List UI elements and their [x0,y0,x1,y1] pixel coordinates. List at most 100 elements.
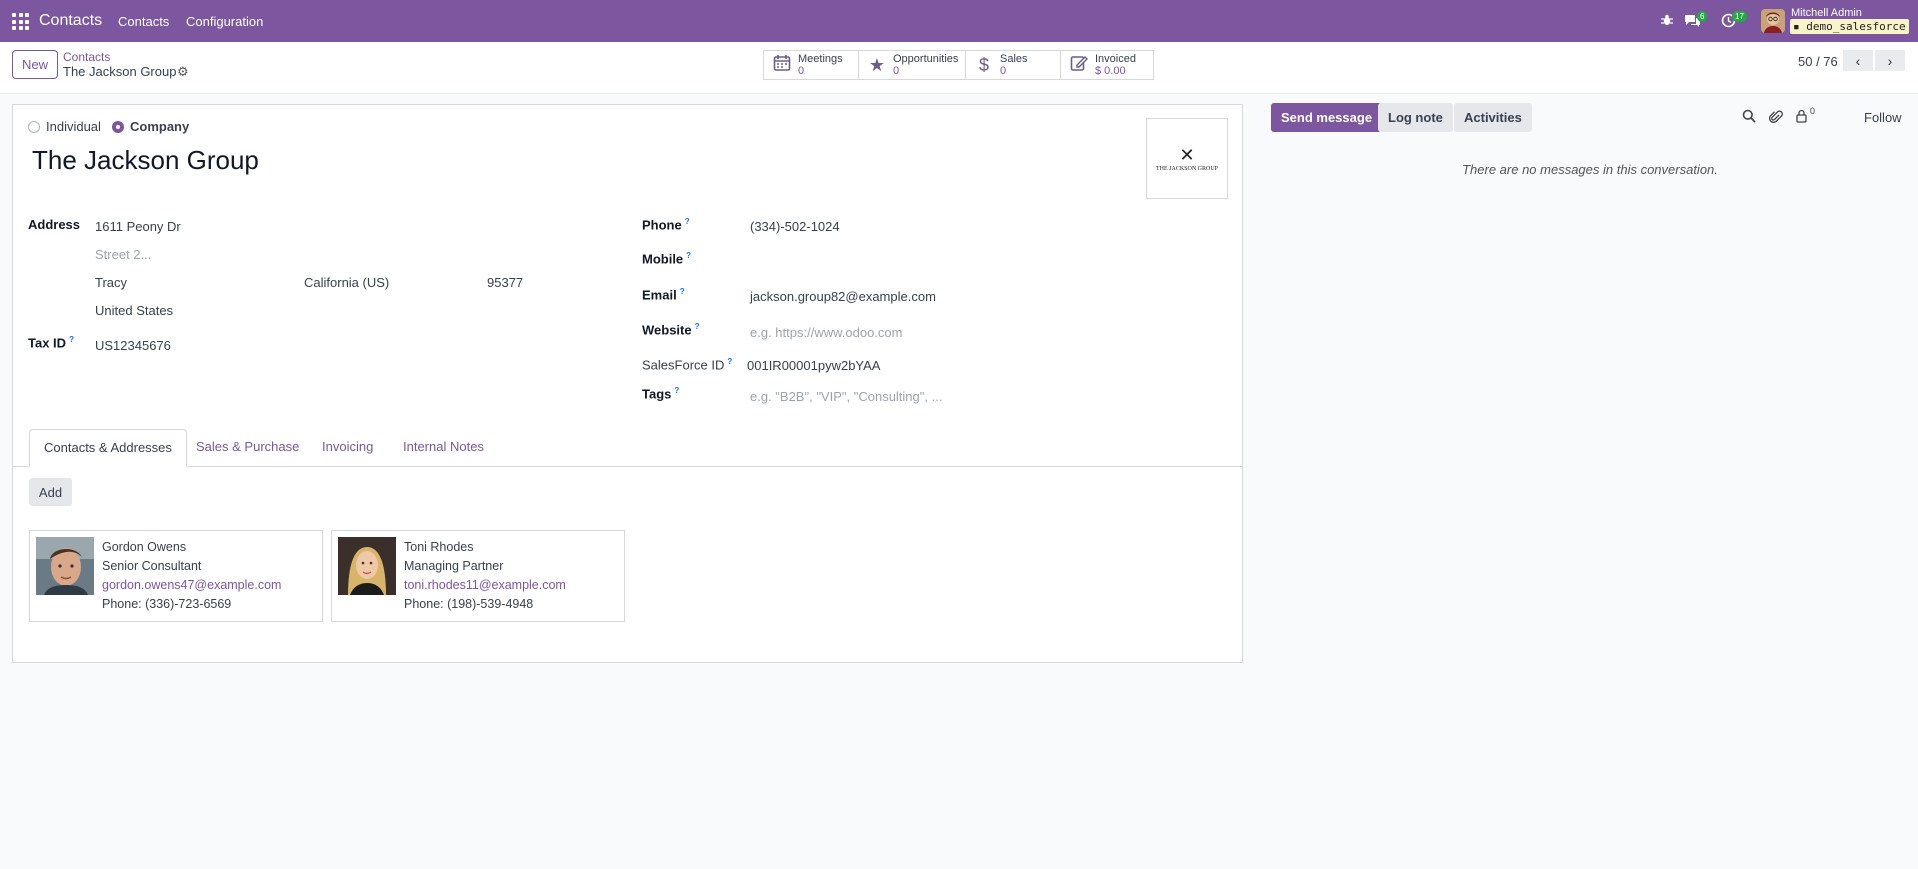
meetings-label: Meetings [798,53,843,65]
help-icon[interactable]: ? [69,335,74,344]
contact-phone: Phone: (198)-539-4948 [404,597,534,611]
contact-phone: Phone: (336)-723-6569 [102,597,232,611]
notebook-tabs: Contacts & Addresses Sales & Purchase In… [13,429,1242,467]
website-label: Website? [642,322,700,337]
tax-id-field[interactable]: US12345676 [95,338,171,353]
invoiced-smart-button[interactable]: Invoiced $ 0.00 [1060,50,1154,80]
help-icon[interactable]: ? [674,386,679,395]
street-field[interactable]: 1611 Peony Dr [95,219,181,234]
database-name: ▪ demo_salesforce [1790,19,1909,34]
tab-invoicing[interactable]: Invoicing [308,429,387,467]
country-field[interactable]: United States [95,303,173,318]
gear-icon[interactable]: ⚙ [177,64,189,80]
chevron-right-icon: › [1887,52,1893,69]
search-icon[interactable] [1742,109,1756,126]
radio-individual[interactable]: Individual [28,119,101,134]
meetings-smart-button[interactable]: Meetings 0 [763,50,859,80]
street2-field[interactable]: Street 2... [95,247,151,262]
contact-title: Senior Consultant [102,559,202,573]
radio-company[interactable]: Company [112,119,189,134]
invoiced-value: $ 0.00 [1095,65,1126,77]
tab-contacts-addresses[interactable]: Contacts & Addresses [29,429,187,467]
apps-menu-icon[interactable] [12,13,29,30]
address-label: Address [28,217,81,232]
salesforce-id-label: SalesForce ID? [642,357,732,372]
user-name[interactable]: Mitchell Admin [1791,7,1862,19]
log-note-button[interactable]: Log note [1378,103,1453,132]
paperclip-icon[interactable] [1769,109,1783,127]
messages-badge: 6 [1697,11,1708,22]
website-field[interactable]: e.g. https://www.odoo.com [750,325,902,340]
user-avatar[interactable] [1761,9,1785,33]
database-label: demo_salesforce [1806,20,1906,33]
breadcrumb-contacts[interactable]: Contacts [63,50,110,64]
help-icon[interactable]: ? [686,251,691,260]
top-navbar: Contacts Contacts Configuration 6 17 Mit… [0,0,1918,42]
follow-button[interactable]: Follow [1864,110,1902,125]
help-icon[interactable]: ? [685,217,690,226]
star-icon: ★ [868,54,886,75]
new-button[interactable]: New [12,50,58,79]
help-icon[interactable]: ? [680,287,685,296]
radio-dot-individual[interactable] [28,120,40,133]
email-label-text: Email [642,287,677,303]
phone-label-text: Phone [642,217,682,233]
contact-avatar [338,537,396,595]
mobile-label: Mobile? [642,251,691,266]
contact-card[interactable]: Toni Rhodes Managing Partner toni.rhodes… [331,530,625,622]
pager-next-button[interactable]: › [1875,50,1905,71]
tags-label: Tags? [642,386,679,401]
help-icon[interactable]: ? [695,322,700,331]
zip-field[interactable]: 95377 [487,275,523,290]
state-field[interactable]: California (US) [304,275,389,290]
radio-dot-company[interactable] [112,120,124,133]
contact-email[interactable]: gordon.owens47@example.com [102,578,281,592]
help-icon[interactable]: ? [727,357,732,366]
tax-id-label: Tax ID? [28,335,74,350]
logo-mark-icon: ✕ [1179,144,1195,165]
opportunities-smart-button[interactable]: ★ Opportunities 0 [858,50,966,80]
phone-field[interactable]: (334)-502-1024 [750,219,840,234]
website-label-text: Website [642,322,692,338]
email-field[interactable]: jackson.group82@example.com [750,289,936,304]
empty-conversation-message: There are no messages in this conversati… [1462,162,1718,177]
radio-company-label: Company [130,119,190,134]
activities-button[interactable]: Activities [1454,103,1532,132]
contact-avatar [36,537,94,595]
dollar-icon: $ [978,54,989,75]
menu-contacts[interactable]: Contacts [118,14,169,29]
invoiced-label: Invoiced [1095,53,1136,65]
edit-icon [1067,54,1091,77]
logo-wordmark: THE JACKSON GROUP [1155,165,1218,172]
opportunities-label: Opportunities [893,53,959,65]
salesforce-id-field[interactable]: 001IR00001pyw2bYAA [747,358,880,373]
send-message-button[interactable]: Send message [1271,103,1383,132]
tab-sales-purchase[interactable]: Sales & Purchase [182,429,313,467]
radio-individual-label: Individual [46,119,101,134]
breadcrumb-current: The Jackson Group [63,64,177,79]
contact-card[interactable]: Gordon Owens Senior Consultant gordon.ow… [29,530,323,622]
followers-count: 0 [1810,106,1816,116]
opportunities-value: 0 [893,65,900,77]
company-logo[interactable]: ✕ THE JACKSON GROUP [1146,118,1228,199]
add-contact-button[interactable]: Add [29,478,72,506]
company-name-field[interactable]: The Jackson Group [32,145,259,176]
debug-bug-icon[interactable] [1660,13,1674,29]
tags-field[interactable]: e.g. "B2B", "VIP", "Consulting", ... [750,389,942,404]
followers-lock-icon[interactable] [1796,109,1807,126]
contact-title: Managing Partner [404,559,504,573]
email-label: Email? [642,287,685,302]
calendar-icon [770,54,794,77]
tab-internal-notes[interactable]: Internal Notes [389,429,498,467]
pager-value[interactable]: 50 / 76 [1798,54,1838,69]
activities-badge: 17 [1732,11,1747,22]
mobile-field[interactable] [750,253,1050,269]
sales-value: 0 [1000,65,1007,77]
app-name[interactable]: Contacts [39,12,102,30]
control-panel: New Contacts The Jackson Group ⚙ Meeting… [0,42,1918,94]
city-field[interactable]: Tracy [95,275,127,290]
menu-configuration[interactable]: Configuration [186,14,263,29]
sales-smart-button[interactable]: $ Sales 0 [965,50,1061,80]
pager-previous-button[interactable]: ‹ [1843,50,1873,71]
contact-email[interactable]: toni.rhodes11@example.com [404,578,566,592]
